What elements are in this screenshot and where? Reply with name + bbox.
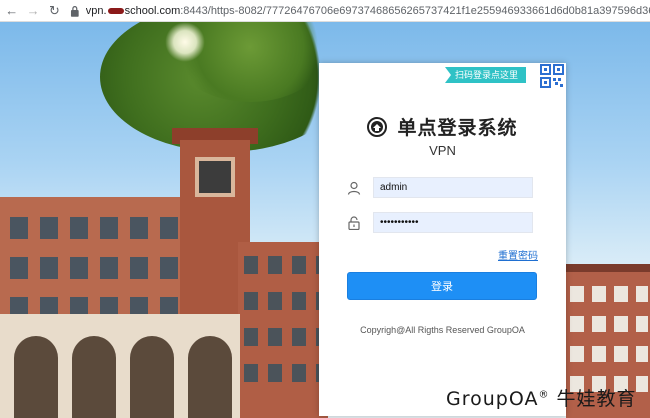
copyright-text: Copyrigh@All Rigths Reserved GroupOA (360, 325, 525, 335)
reload-icon[interactable]: ↻ (47, 3, 62, 19)
sun-glare (165, 22, 205, 62)
qr-code-icon[interactable] (538, 63, 566, 91)
page-title: 单点登录系统 (397, 117, 518, 139)
back-arrow-icon[interactable]: ← (4, 3, 19, 19)
username-row (347, 177, 535, 198)
url-host-prefix: vpn. (85, 4, 107, 17)
watermark-brand: GroupOA (446, 388, 539, 410)
lock-icon[interactable] (70, 5, 80, 17)
building-middle (238, 242, 328, 418)
login-card: 扫码登录点这里 单点登录系统 VPN admin ••••••••••• 重置密… (319, 63, 566, 416)
forward-arrow-icon[interactable]: → (25, 3, 40, 19)
password-row (347, 212, 535, 233)
address-bar[interactable]: vpn. school.com:8443/https-8082/777264767… (86, 5, 650, 17)
password-input[interactable] (373, 212, 533, 233)
page-subtitle: VPN (429, 143, 456, 158)
url-path: :8443/https-8082/77726476706e69737468656… (180, 4, 650, 17)
login-button[interactable]: 登录 (347, 272, 537, 300)
username-input[interactable] (373, 177, 533, 198)
redaction-mark (107, 7, 124, 14)
tower-window (195, 157, 235, 197)
brand-watermark: GroupOA® 牛娃教育 (446, 384, 637, 411)
watermark-chinese: 牛娃教育 (549, 388, 637, 410)
school-logo-icon (367, 116, 388, 137)
registered-mark: ® (538, 389, 550, 401)
padlock-icon (348, 215, 360, 230)
title-row: 单点登录系统 (319, 113, 566, 140)
reset-password-link[interactable]: 重置密码 (498, 247, 538, 262)
arcade (0, 314, 240, 418)
user-icon (347, 181, 361, 195)
qr-login-tag[interactable]: 扫码登录点这里 (445, 67, 527, 83)
browser-toolbar: ← → ↻ vpn. school.com:8443/https-8082/777… (0, 0, 650, 22)
url-host-suffix: school.com (124, 4, 181, 17)
